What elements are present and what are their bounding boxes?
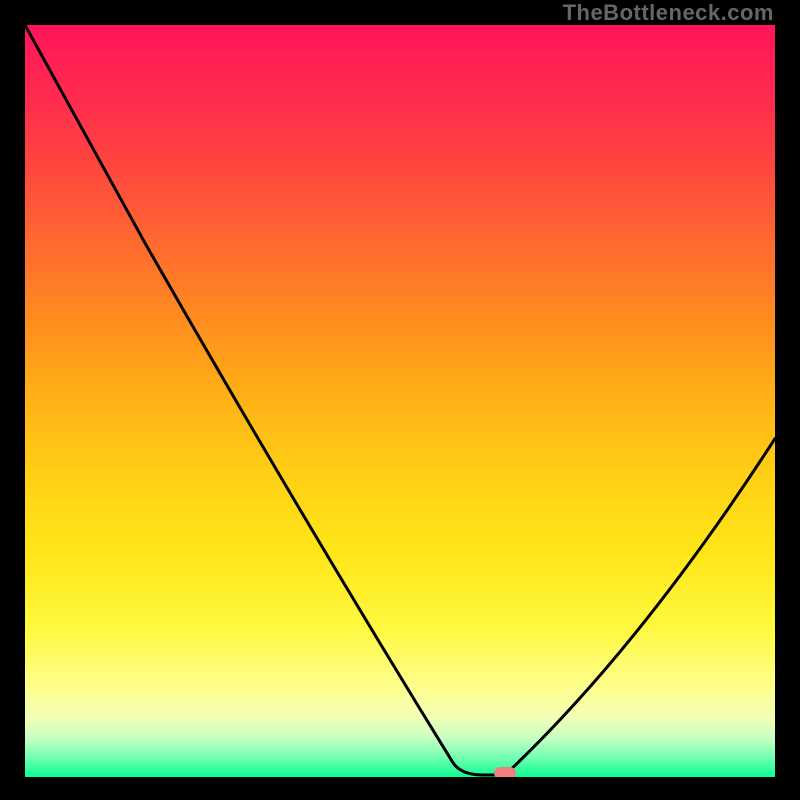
optimal-marker	[494, 767, 516, 777]
bottleneck-curve	[25, 25, 775, 777]
chart-panel	[25, 25, 775, 777]
chart-container: TheBottleneck.com	[0, 0, 800, 800]
watermark-text: TheBottleneck.com	[563, 0, 774, 26]
